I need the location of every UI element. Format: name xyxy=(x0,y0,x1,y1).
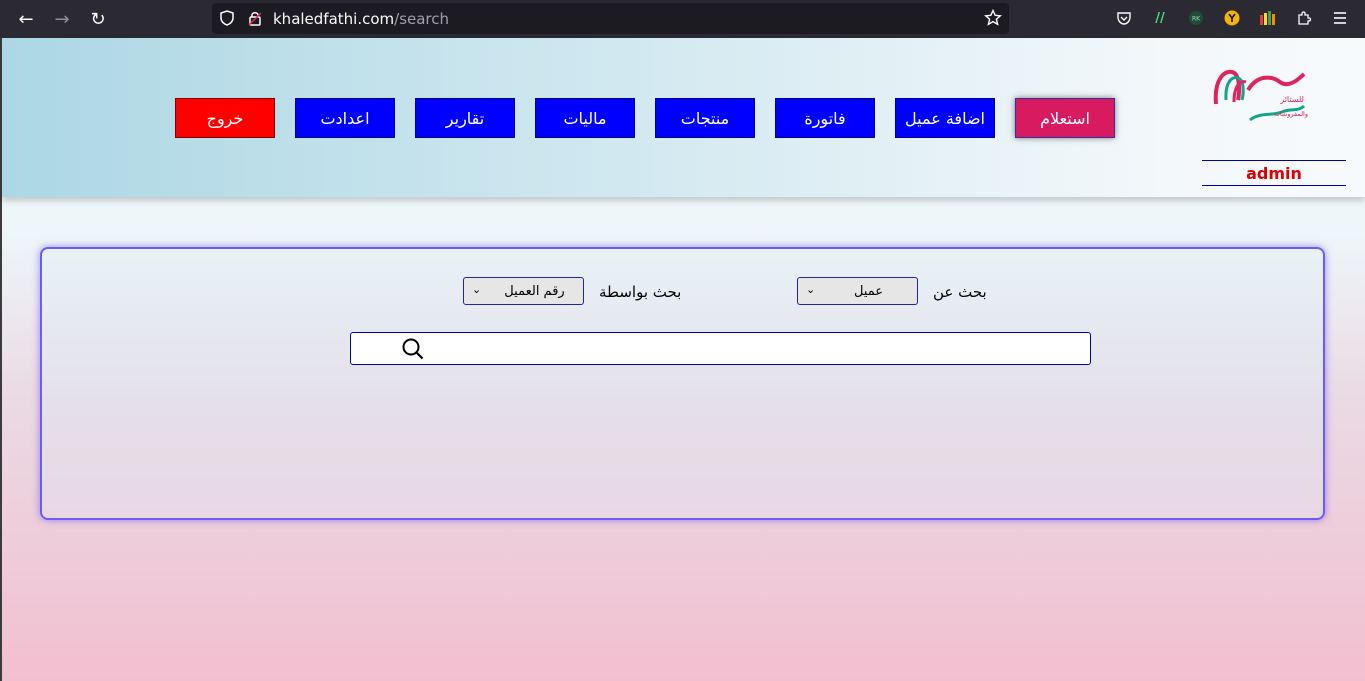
search-for-label: بحث عن xyxy=(933,283,987,301)
chevron-down-icon: ⌄ xyxy=(806,283,816,296)
pocket-icon[interactable] xyxy=(1115,9,1133,27)
search-panel xyxy=(40,247,1325,520)
site-logo: للستائر والمفروشات xyxy=(1210,60,1310,130)
search-by-select[interactable]: ⌄ رقم العميل xyxy=(463,277,584,305)
menu-icon[interactable] xyxy=(1331,9,1349,27)
nav-logout-button[interactable]: خروج xyxy=(175,98,275,138)
extension-bars-icon[interactable] xyxy=(1259,9,1277,27)
search-by-label: بحث بواسطة xyxy=(599,283,682,301)
logo-tagline-line1: للستائر xyxy=(1279,95,1304,104)
shield-icon[interactable] xyxy=(218,9,236,27)
url-domain: khaledfathi.com xyxy=(273,10,395,28)
chevron-down-icon: ⌄ xyxy=(472,283,482,296)
search-for-value: عميل xyxy=(853,283,884,299)
search-by-value: رقم العميل xyxy=(504,283,565,299)
logo-tagline-line2: والمفروشات xyxy=(1274,110,1308,118)
forward-icon[interactable]: → xyxy=(50,7,74,31)
extensions-puzzle-icon[interactable] xyxy=(1295,9,1313,27)
search-icon[interactable] xyxy=(401,337,425,365)
site-header: استعلام اضافة عميل فاتورة منتجات ماليات … xyxy=(2,38,1365,197)
username-label: admin xyxy=(1202,160,1346,186)
extension-rk-icon[interactable]: RK xyxy=(1187,9,1205,27)
svg-text:RK: RK xyxy=(1192,16,1201,23)
nav-finance-button[interactable]: ماليات xyxy=(535,98,635,138)
nav-reports-button[interactable]: تقارير xyxy=(415,98,515,138)
address-bar[interactable]: khaledfathi.com/search xyxy=(212,3,1009,34)
extension-slash-icon[interactable]: // xyxy=(1151,9,1169,27)
search-input[interactable] xyxy=(350,332,1091,365)
back-icon[interactable]: ← xyxy=(14,7,38,31)
url-path: /search xyxy=(394,10,450,28)
lock-icon[interactable] xyxy=(246,9,264,27)
search-for-select[interactable]: ⌄ عميل xyxy=(797,277,918,305)
browser-toolbar: ← → ↻ khaledfathi.com/search // RK xyxy=(0,0,1365,38)
extension-yellow-icon[interactable] xyxy=(1223,9,1241,27)
nav-settings-button[interactable]: اعدادت xyxy=(295,98,395,138)
nav-inquiry-button[interactable]: استعلام xyxy=(1015,98,1115,138)
url-text: khaledfathi.com/search xyxy=(273,10,449,28)
nav-invoice-button[interactable]: فاتورة xyxy=(775,98,875,138)
nav-products-button[interactable]: منتجات xyxy=(655,98,755,138)
nav-add-customer-button[interactable]: اضافة عميل xyxy=(895,98,995,138)
reload-icon[interactable]: ↻ xyxy=(86,7,110,31)
bookmark-star-icon[interactable] xyxy=(984,9,1002,27)
